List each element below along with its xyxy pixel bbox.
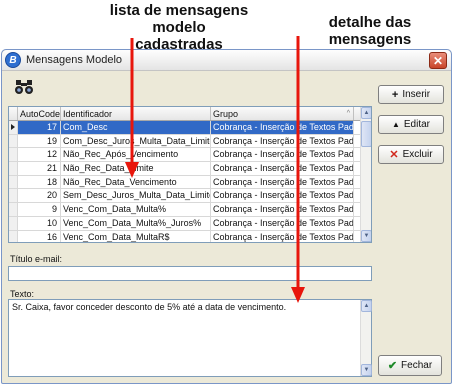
grupo-cell: Cobrança - Inserção de Textos Padrões — [213, 175, 354, 189]
table-row[interactable]: 20 Sem_Desc_Juros_Multa_Data_Limite Cobran… — [9, 189, 371, 204]
identificador-cell: Não_Rec_Data_Limite — [61, 162, 211, 175]
inserir-button[interactable]: + Inserir — [378, 85, 444, 104]
row-pointer-icon — [11, 124, 15, 131]
texto-textarea[interactable]: Sr. Caixa, favor conceder desconto de 5%… — [8, 299, 372, 377]
inserir-label: Inserir — [402, 89, 431, 100]
scroll-up-icon[interactable]: ▲ — [361, 107, 371, 119]
identificador-cell: Venc_Com_Data_Multa% — [61, 203, 211, 216]
column-header-autocode[interactable]: AutoCode — [18, 107, 61, 120]
editar-button[interactable]: ▲ Editar — [378, 115, 444, 134]
row-indicator — [9, 175, 18, 189]
identificador-cell: Não_Rec_Após_Vencimento — [61, 148, 211, 162]
title-bar: B Mensagens Modelo ✕ — [2, 50, 451, 71]
fechar-label: Fechar — [401, 360, 433, 371]
sort-icon: ^ — [346, 110, 350, 117]
search-button[interactable] — [13, 77, 35, 97]
autocode-cell: 16 — [18, 230, 61, 242]
excluir-button[interactable]: ✕ Excluir — [378, 145, 444, 164]
autocode-cell: 20 — [18, 189, 61, 203]
autocode-cell: 19 — [18, 134, 61, 148]
grupo-cell: Cobrança - Inserção de Textos Padrões — [213, 162, 354, 175]
annotation-list: lista de mensagens modelo cadastradas — [84, 2, 274, 53]
titulo-email-input[interactable] — [8, 266, 372, 281]
texto-content: Sr. Caixa, favor conceder desconto de 5%… — [12, 302, 287, 312]
identificador-cell: Venc_Com_Data_Multa%_Juros% — [61, 216, 211, 230]
texto-scrollbar[interactable]: ▲ ▼ — [360, 300, 372, 376]
table-row[interactable]: 16 Venc_Com_Data_MultaR$ Cobrança - Inserç… — [9, 230, 371, 242]
header-indicator — [9, 107, 18, 120]
autocode-cell: 9 — [18, 203, 61, 216]
delete-x-icon: ✕ — [389, 149, 399, 161]
identificador-cell: Não_Rec_Data_Vencimento — [61, 175, 211, 189]
grid-body: 17 Com_Desc Cobrança - Inserção de Textos … — [9, 121, 371, 242]
row-indicator — [9, 121, 18, 134]
grupo-cell: Cobrança - Inserção de Textos Padrões — [213, 134, 354, 148]
row-indicator — [9, 162, 18, 175]
autocode-cell: 12 — [18, 148, 61, 162]
autocode-cell: 17 — [18, 121, 61, 134]
grid-header: AutoCode Identificador Grupo ^ — [9, 107, 371, 121]
grupo-cell: Cobrança - Inserção de Textos Padrões — [213, 189, 354, 203]
scroll-down-icon[interactable]: ▼ — [361, 230, 371, 242]
table-row[interactable]: 18 Não_Rec_Data_Vencimento Cobrança - Inse… — [9, 175, 371, 190]
messages-grid[interactable]: AutoCode Identificador Grupo ^ 17 Com_Desc… — [8, 106, 372, 243]
table-row[interactable]: 10 Venc_Com_Data_Multa%_Juros% Cobrança - … — [9, 216, 371, 231]
grupo-cell: Cobrança - Inserção de Textos Padrões — [213, 216, 354, 230]
plus-icon: + — [391, 88, 399, 101]
grupo-cell: Cobrança - Inserção de Textos Padrões — [213, 230, 354, 242]
check-icon: ✔ — [387, 360, 398, 372]
grid-scrollbar[interactable]: ▲ ▼ — [360, 107, 371, 242]
titulo-label: Título e-mail: — [10, 254, 63, 264]
row-indicator — [9, 203, 18, 216]
table-row[interactable]: 9 Venc_Com_Data_Multa% Cobrança - Inserção… — [9, 203, 371, 217]
table-row[interactable]: 21 Não_Rec_Data_Limite Cobrança - Inserção… — [9, 162, 371, 176]
annotation-detail: detalhe das mensagens — [328, 14, 412, 48]
binoculars-icon — [15, 80, 33, 94]
texto-scroll-up-icon[interactable]: ▲ — [361, 300, 372, 312]
row-indicator — [9, 148, 18, 162]
autocode-cell: 21 — [18, 162, 61, 175]
row-indicator — [9, 216, 18, 230]
grupo-cell: Cobrança - Inserção de Textos Padrões — [213, 203, 354, 216]
dialog-window: B Mensagens Modelo ✕ AutoCode Identifica… — [1, 49, 452, 384]
texto-scroll-down-icon[interactable]: ▼ — [361, 364, 372, 376]
annotation-list-line1: lista de mensagens modelo — [109, 2, 249, 36]
autocode-cell: 10 — [18, 216, 61, 230]
window-title: Mensagens Modelo — [26, 54, 123, 66]
identificador-cell: Sem_Desc_Juros_Multa_Data_Limite — [63, 189, 211, 203]
row-indicator — [9, 189, 18, 203]
excluir-label: Excluir — [402, 149, 433, 160]
identificador-cell: Venc_Com_Data_MultaR$ — [61, 230, 211, 242]
row-indicator — [9, 230, 18, 242]
table-row[interactable]: 12 Não_Rec_Após_Vencimento Cobrança - Inse… — [9, 148, 371, 163]
identificador-cell: Com_Desc — [61, 121, 211, 134]
triangle-up-icon: ▲ — [391, 120, 400, 129]
column-header-grupo[interactable]: Grupo ^ — [211, 107, 354, 120]
close-button[interactable]: ✕ — [429, 52, 447, 69]
column-header-grupo-label: Grupo — [213, 109, 239, 119]
texto-label: Texto: — [10, 289, 35, 299]
grupo-cell: Cobrança - Inserção de Textos Padrões — [211, 121, 354, 134]
fechar-button[interactable]: ✔ Fechar — [378, 355, 442, 376]
identificador-cell: Com_Desc_Juros_Multa_Data_Limite — [63, 134, 211, 148]
autocode-cell: 18 — [18, 175, 61, 189]
row-indicator — [9, 134, 18, 148]
grupo-cell: Cobrança - Inserção de Textos Padrões — [213, 148, 354, 162]
table-row[interactable]: 17 Com_Desc Cobrança - Inserção de Textos … — [9, 121, 371, 135]
column-header-identificador[interactable]: Identificador — [61, 107, 211, 120]
app-icon: B — [5, 52, 21, 68]
scroll-thumb[interactable] — [361, 121, 371, 147]
table-row[interactable]: 19 Com_Desc_Juros_Multa_Data_Limite Cobran… — [9, 134, 371, 149]
editar-label: Editar — [403, 119, 431, 130]
